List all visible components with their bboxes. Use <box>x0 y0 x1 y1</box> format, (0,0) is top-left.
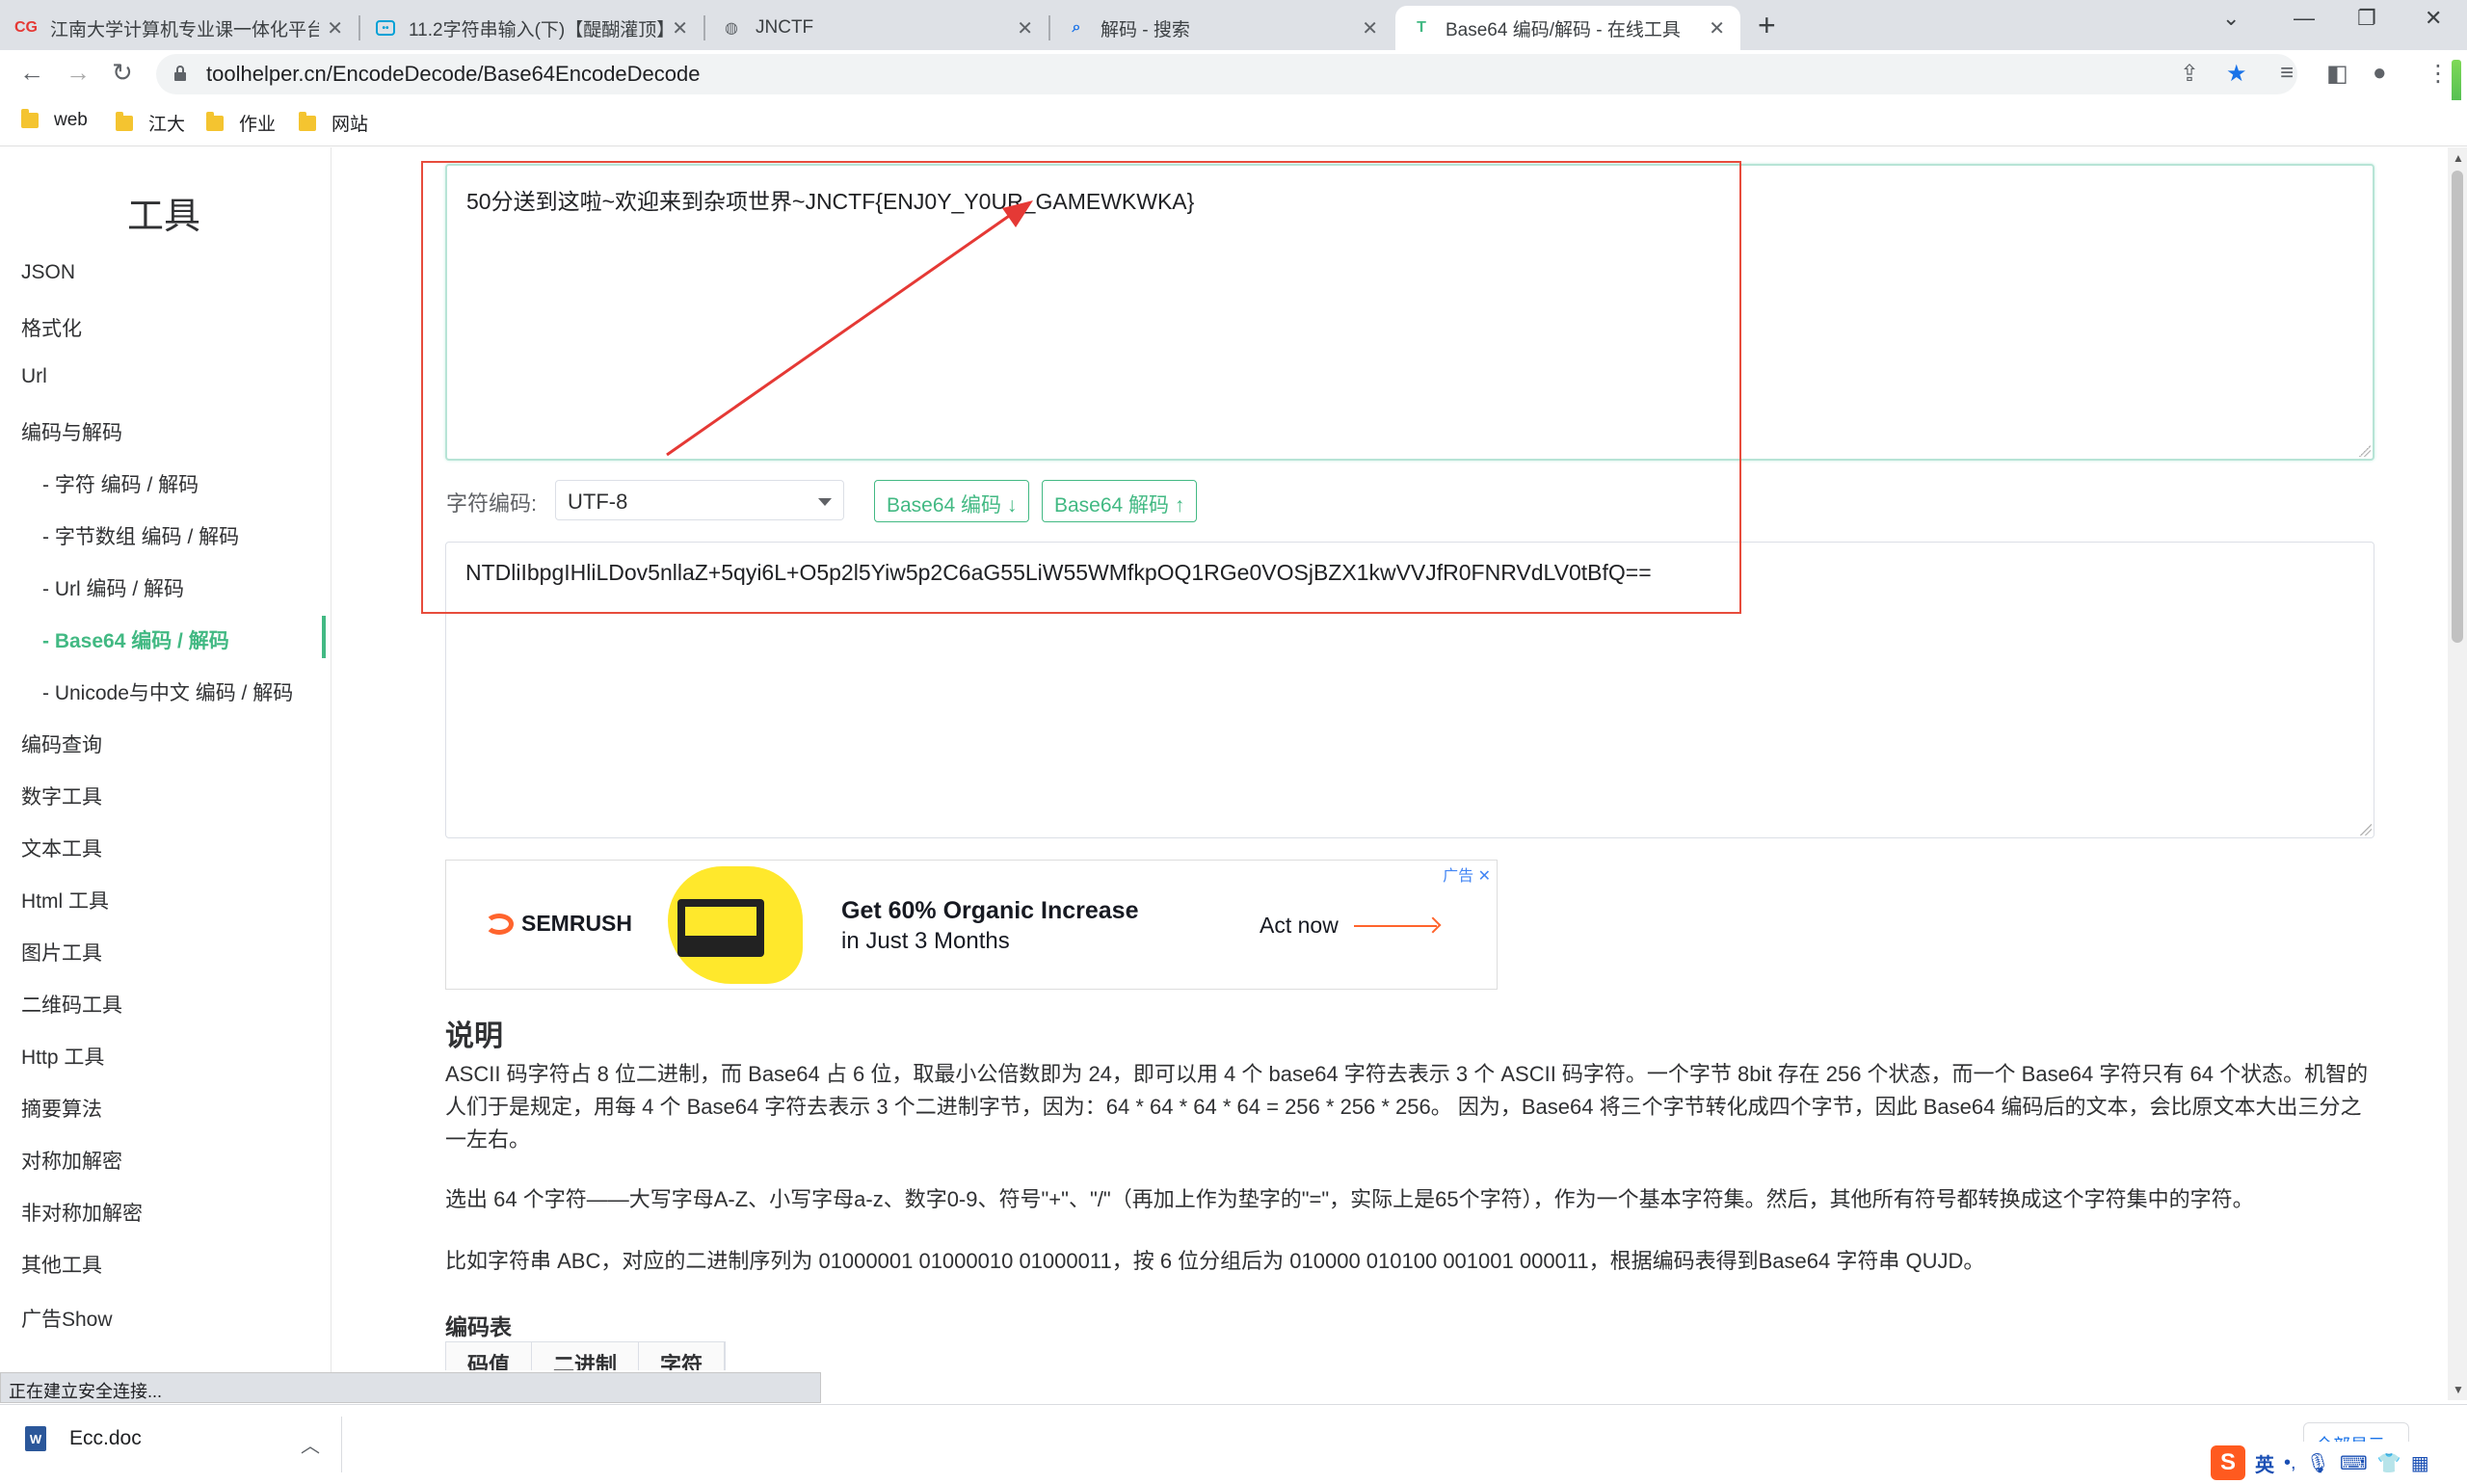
skin-icon[interactable]: 👕 <box>2377 1451 2401 1475</box>
table-header: 码值 <box>446 1342 533 1370</box>
ad-banner[interactable]: 广告 ✕ SEMRUSH Get 60% Organic Increase in… <box>445 860 1498 990</box>
microphone-icon[interactable]: 🎙 <box>2306 1451 2330 1475</box>
description-paragraph-2: 选出 64 个字符——大写字母A-Z、小写字母a-z、数字0-9、符号"+"、"… <box>445 1187 2254 1211</box>
encoding-table: 码值 二进制 字符 <box>445 1341 727 1370</box>
ad-headline: Get 60% Organic Increase <box>841 897 1139 924</box>
table-header: 字符 <box>639 1342 726 1370</box>
ad-subline: in Just 3 Months <box>841 928 1010 954</box>
sogou-logo-icon: S <box>2211 1445 2245 1480</box>
ad-badge[interactable]: 广告 ✕ <box>1443 862 1491 886</box>
arrow-right-icon <box>1354 925 1437 927</box>
description-paragraph-3: 比如字符串 ABC，对应的二进制序列为 01000001 01000010 01… <box>445 1249 1985 1273</box>
table-header: 二进制 <box>532 1342 640 1370</box>
status-bar: 正在建立安全连接... <box>0 1372 821 1403</box>
toolbox-icon[interactable]: ▦ <box>2411 1451 2429 1475</box>
scroll-up-icon[interactable]: ▲ <box>2453 151 2464 165</box>
description-paragraph-1: ASCII 码字符占 8 位二进制，而 Base64 占 6 位，取最小公倍数即… <box>445 1062 2369 1152</box>
semrush-flame-icon <box>485 913 514 935</box>
ad-cta[interactable]: Act now <box>1260 913 1339 939</box>
chevron-up-icon[interactable]: ︿ <box>301 1430 320 1458</box>
divider <box>341 1417 342 1472</box>
semrush-logo: SEMRUSH <box>485 911 632 937</box>
download-item[interactable]: W Ecc.doc <box>25 1426 142 1451</box>
scroll-down-icon[interactable]: ▼ <box>2453 1383 2464 1396</box>
truck-icon <box>677 899 764 957</box>
table-heading: 编码表 <box>445 1314 512 1339</box>
punctuation-icon[interactable]: •, <box>2284 1452 2296 1474</box>
keyboard-icon[interactable]: ⌨ <box>2340 1451 2368 1475</box>
word-doc-icon: W <box>25 1426 46 1451</box>
scrollbar-thumb[interactable] <box>2452 171 2463 643</box>
page-scrollbar[interactable]: ▲ ▼ <box>2448 147 2467 1400</box>
section-heading: 说明 <box>445 1020 503 1052</box>
download-bar <box>0 1404 2467 1484</box>
ime-toolbar[interactable]: S 英 •, 🎙 ⌨ 👕 ▦ <box>2207 1442 2467 1484</box>
ime-language[interactable]: 英 <box>2255 1449 2274 1477</box>
